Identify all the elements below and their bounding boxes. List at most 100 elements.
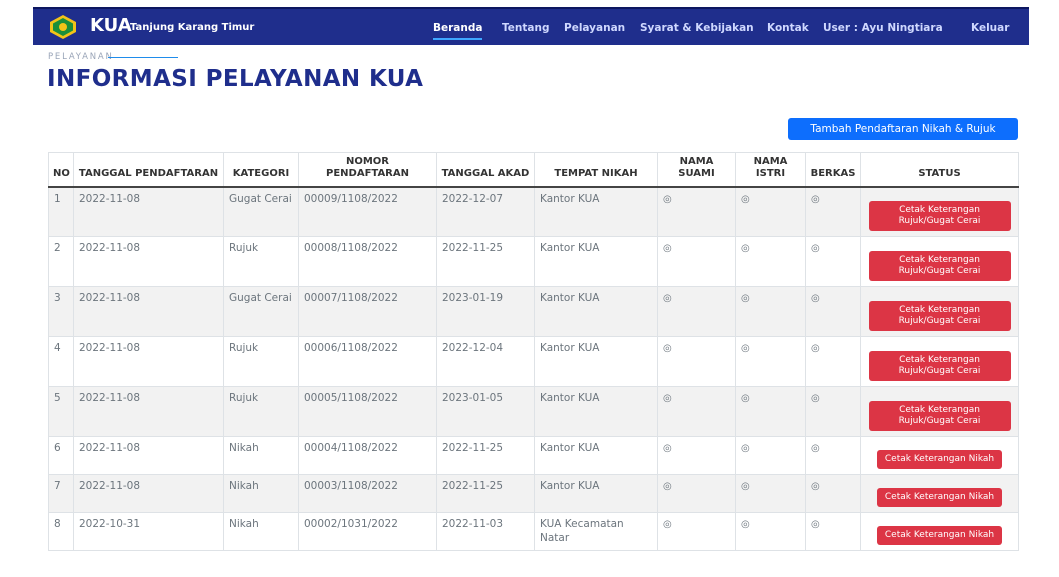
wedding-place: Kantor KUA xyxy=(534,436,658,475)
eye-icon[interactable]: ◎ xyxy=(811,293,820,304)
column-header: TEMPAT NIKAH xyxy=(534,152,658,188)
wedding-place: Kantor KUA xyxy=(534,474,658,513)
column-header: TANGGAL PENDAFTARAN xyxy=(73,152,224,188)
row-number: 1 xyxy=(48,186,74,237)
kemenag-logo-icon[interactable] xyxy=(49,14,77,40)
view-wife-cell: ◎ xyxy=(735,186,806,237)
row-number: 8 xyxy=(48,512,74,551)
eye-icon[interactable]: ◎ xyxy=(663,481,672,492)
nav-label: User : Ayu Ningtiara xyxy=(823,22,943,34)
eye-icon[interactable]: ◎ xyxy=(741,443,750,454)
category: Nikah xyxy=(223,474,299,513)
nav-user[interactable]: User : Ayu Ningtiara xyxy=(823,9,943,47)
active-indicator xyxy=(433,38,483,40)
nav-tentang[interactable]: Tentang xyxy=(502,9,549,47)
print-certificate-button[interactable]: Cetak Keterangan Nikah xyxy=(876,450,1003,469)
column-header: KATEGORI xyxy=(223,152,299,188)
status-cell: Cetak Keterangan Nikah xyxy=(860,474,1019,513)
wedding-place: Kantor KUA xyxy=(534,236,658,287)
view-wife-cell: ◎ xyxy=(735,474,806,513)
column-header: TANGGAL AKAD xyxy=(436,152,535,188)
registration-date: 2022-11-08 xyxy=(73,236,224,287)
nav-beranda[interactable]: Beranda xyxy=(433,9,483,47)
table-row: 7 2022-11-08 Nikah 00003/1108/2022 2022-11-2… xyxy=(48,474,1019,513)
column-header: NAMA SUAMI xyxy=(657,152,736,188)
table-row: 3 2022-11-08 Gugat Cerai 00007/1108/2022 202… xyxy=(48,286,1019,337)
eye-icon[interactable]: ◎ xyxy=(663,519,672,530)
eye-icon[interactable]: ◎ xyxy=(811,393,820,404)
eye-icon[interactable]: ◎ xyxy=(811,194,820,205)
brand-subtitle: Tanjung Karang Timur xyxy=(130,22,255,33)
print-certificate-button[interactable]: Cetak Keterangan Rujuk/Gugat Cerai xyxy=(868,401,1011,431)
akad-date: 2022-11-25 xyxy=(436,474,535,513)
print-certificate-button[interactable]: Cetak Keterangan Rujuk/Gugat Cerai xyxy=(868,251,1011,281)
eye-icon[interactable]: ◎ xyxy=(663,293,672,304)
eye-icon[interactable]: ◎ xyxy=(811,243,820,254)
eye-icon[interactable]: ◎ xyxy=(663,443,672,454)
registration-date: 2022-11-08 xyxy=(73,386,224,437)
view-husband-cell: ◎ xyxy=(657,386,736,437)
print-certificate-button[interactable]: Cetak Keterangan Nikah xyxy=(876,526,1003,545)
view-wife-cell: ◎ xyxy=(735,386,806,437)
view-files-cell: ◎ xyxy=(805,186,861,237)
nav-pelayanan[interactable]: Pelayanan xyxy=(564,9,625,47)
category: Rujuk xyxy=(223,336,299,387)
column-header: STATUS xyxy=(860,152,1019,188)
eye-icon[interactable]: ◎ xyxy=(663,343,672,354)
column-header: NO xyxy=(48,152,74,188)
category: Nikah xyxy=(223,436,299,475)
registration-date: 2022-11-08 xyxy=(73,186,224,237)
column-header: NOMOR PENDAFTARAN xyxy=(298,152,437,188)
nav-label: Kontak xyxy=(767,22,809,34)
eye-icon[interactable]: ◎ xyxy=(741,243,750,254)
view-wife-cell: ◎ xyxy=(735,236,806,287)
view-files-cell: ◎ xyxy=(805,474,861,513)
view-files-cell: ◎ xyxy=(805,336,861,387)
print-certificate-button[interactable]: Cetak Keterangan Nikah xyxy=(876,488,1003,507)
print-certificate-button[interactable]: Cetak Keterangan Rujuk/Gugat Cerai xyxy=(868,201,1011,231)
print-certificate-button[interactable]: Cetak Keterangan Rujuk/Gugat Cerai xyxy=(868,351,1011,381)
eye-icon[interactable]: ◎ xyxy=(663,194,672,205)
eye-icon[interactable]: ◎ xyxy=(741,393,750,404)
status-cell: Cetak Keterangan Rujuk/Gugat Cerai xyxy=(860,286,1019,337)
akad-date: 2022-12-07 xyxy=(436,186,535,237)
wedding-place: Kantor KUA xyxy=(534,336,658,387)
status-cell: Cetak Keterangan Rujuk/Gugat Cerai xyxy=(860,186,1019,237)
add-registration-button[interactable]: Tambah Pendaftaran Nikah & Rujuk xyxy=(788,118,1018,140)
eye-icon[interactable]: ◎ xyxy=(741,293,750,304)
registration-number: 00002/1031/2022 xyxy=(298,512,437,551)
eye-icon[interactable]: ◎ xyxy=(811,519,820,530)
status-cell: Cetak Keterangan Rujuk/Gugat Cerai xyxy=(860,336,1019,387)
eye-icon[interactable]: ◎ xyxy=(741,519,750,530)
eye-icon[interactable]: ◎ xyxy=(741,194,750,205)
eyebrow-divider xyxy=(108,57,178,58)
nav-label: Syarat & Kebijakan xyxy=(640,22,754,34)
print-certificate-button[interactable]: Cetak Keterangan Rujuk/Gugat Cerai xyxy=(868,301,1011,331)
view-wife-cell: ◎ xyxy=(735,436,806,475)
view-wife-cell: ◎ xyxy=(735,336,806,387)
eye-icon[interactable]: ◎ xyxy=(811,481,820,492)
brand-name[interactable]: KUA xyxy=(90,15,132,36)
akad-date: 2022-11-25 xyxy=(436,236,535,287)
eye-icon[interactable]: ◎ xyxy=(663,393,672,404)
eye-icon[interactable]: ◎ xyxy=(741,343,750,354)
row-number: 5 xyxy=(48,386,74,437)
status-cell: Cetak Keterangan Rujuk/Gugat Cerai xyxy=(860,236,1019,287)
view-husband-cell: ◎ xyxy=(657,236,736,287)
nav-kontak[interactable]: Kontak xyxy=(767,9,809,47)
view-files-cell: ◎ xyxy=(805,386,861,437)
nav-label: Tentang xyxy=(502,22,550,34)
eye-icon[interactable]: ◎ xyxy=(741,481,750,492)
akad-date: 2022-11-25 xyxy=(436,436,535,475)
table-row: 1 2022-11-08 Gugat Cerai 00009/1108/2022 202… xyxy=(48,186,1019,237)
view-files-cell: ◎ xyxy=(805,236,861,287)
category: Gugat Cerai xyxy=(223,286,299,337)
column-header: BERKAS xyxy=(805,152,861,188)
nav-keluar[interactable]: Keluar xyxy=(971,9,1009,47)
nav-syarat-kebijakan[interactable]: Syarat & Kebijakan xyxy=(640,9,754,47)
eye-icon[interactable]: ◎ xyxy=(811,443,820,454)
eye-icon[interactable]: ◎ xyxy=(663,243,672,254)
column-header: NAMA ISTRI xyxy=(735,152,806,188)
eye-icon[interactable]: ◎ xyxy=(811,343,820,354)
wedding-place: Kantor KUA xyxy=(534,286,658,337)
